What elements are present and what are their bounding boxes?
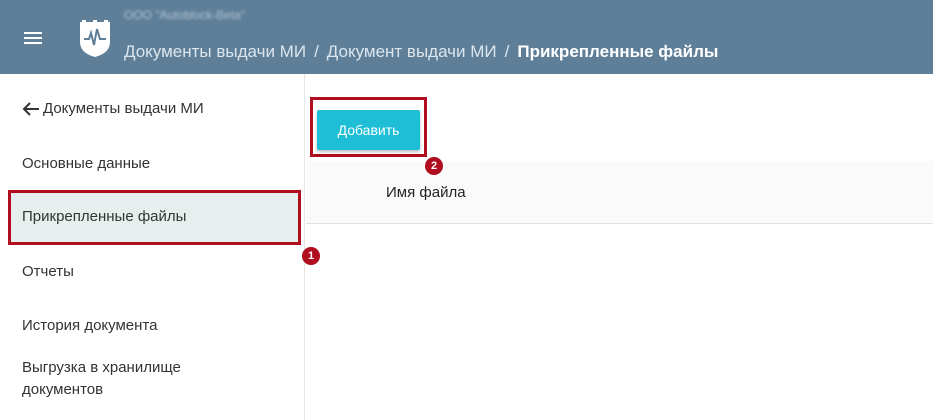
table-header: Имя файла [306,161,933,224]
back-link-label: Документы выдачи МИ [43,100,204,117]
breadcrumb-item-documents[interactable]: Документы выдачи МИ [124,42,306,62]
breadcrumb-current: Прикрепленные файлы [517,42,719,61]
sidebar-item-main-data[interactable]: Основные данные [22,155,150,172]
column-header-filename[interactable]: Имя файла [386,184,466,201]
breadcrumb-separator: / [314,42,319,61]
back-link[interactable]: Документы выдачи МИ [22,100,204,117]
arrow-left-icon [22,101,39,116]
annotation-badge-2: 2 [425,157,443,175]
add-button[interactable]: Добавить [317,110,420,150]
breadcrumb: Документы выдачи МИ / Документ выдачи МИ… [124,42,718,62]
sidebar: Документы выдачи МИ Основные данные Прик… [0,74,305,420]
sidebar-item-document-history[interactable]: История документа [22,317,157,334]
crest-logo-icon [80,20,110,57]
app-header: ООО "Autoblock-Beta" Документы выдачи МИ… [0,0,933,74]
breadcrumb-separator: / [504,42,510,61]
breadcrumb-item-document[interactable]: Документ выдачи МИ [327,42,497,62]
sidebar-item-reports[interactable]: Отчеты [22,263,74,280]
page: ООО "Autoblock-Beta" Документы выдачи МИ… [0,0,933,420]
sidebar-item-export-to-storage[interactable]: Выгрузка в хранилище документов [22,357,222,401]
annotation-badge-1: 1 [302,247,320,265]
hamburger-icon[interactable] [24,32,42,44]
sidebar-item-attached-files[interactable]: Прикрепленные файлы [22,208,186,225]
organization-name: ООО "Autoblock-Beta" [124,8,246,22]
